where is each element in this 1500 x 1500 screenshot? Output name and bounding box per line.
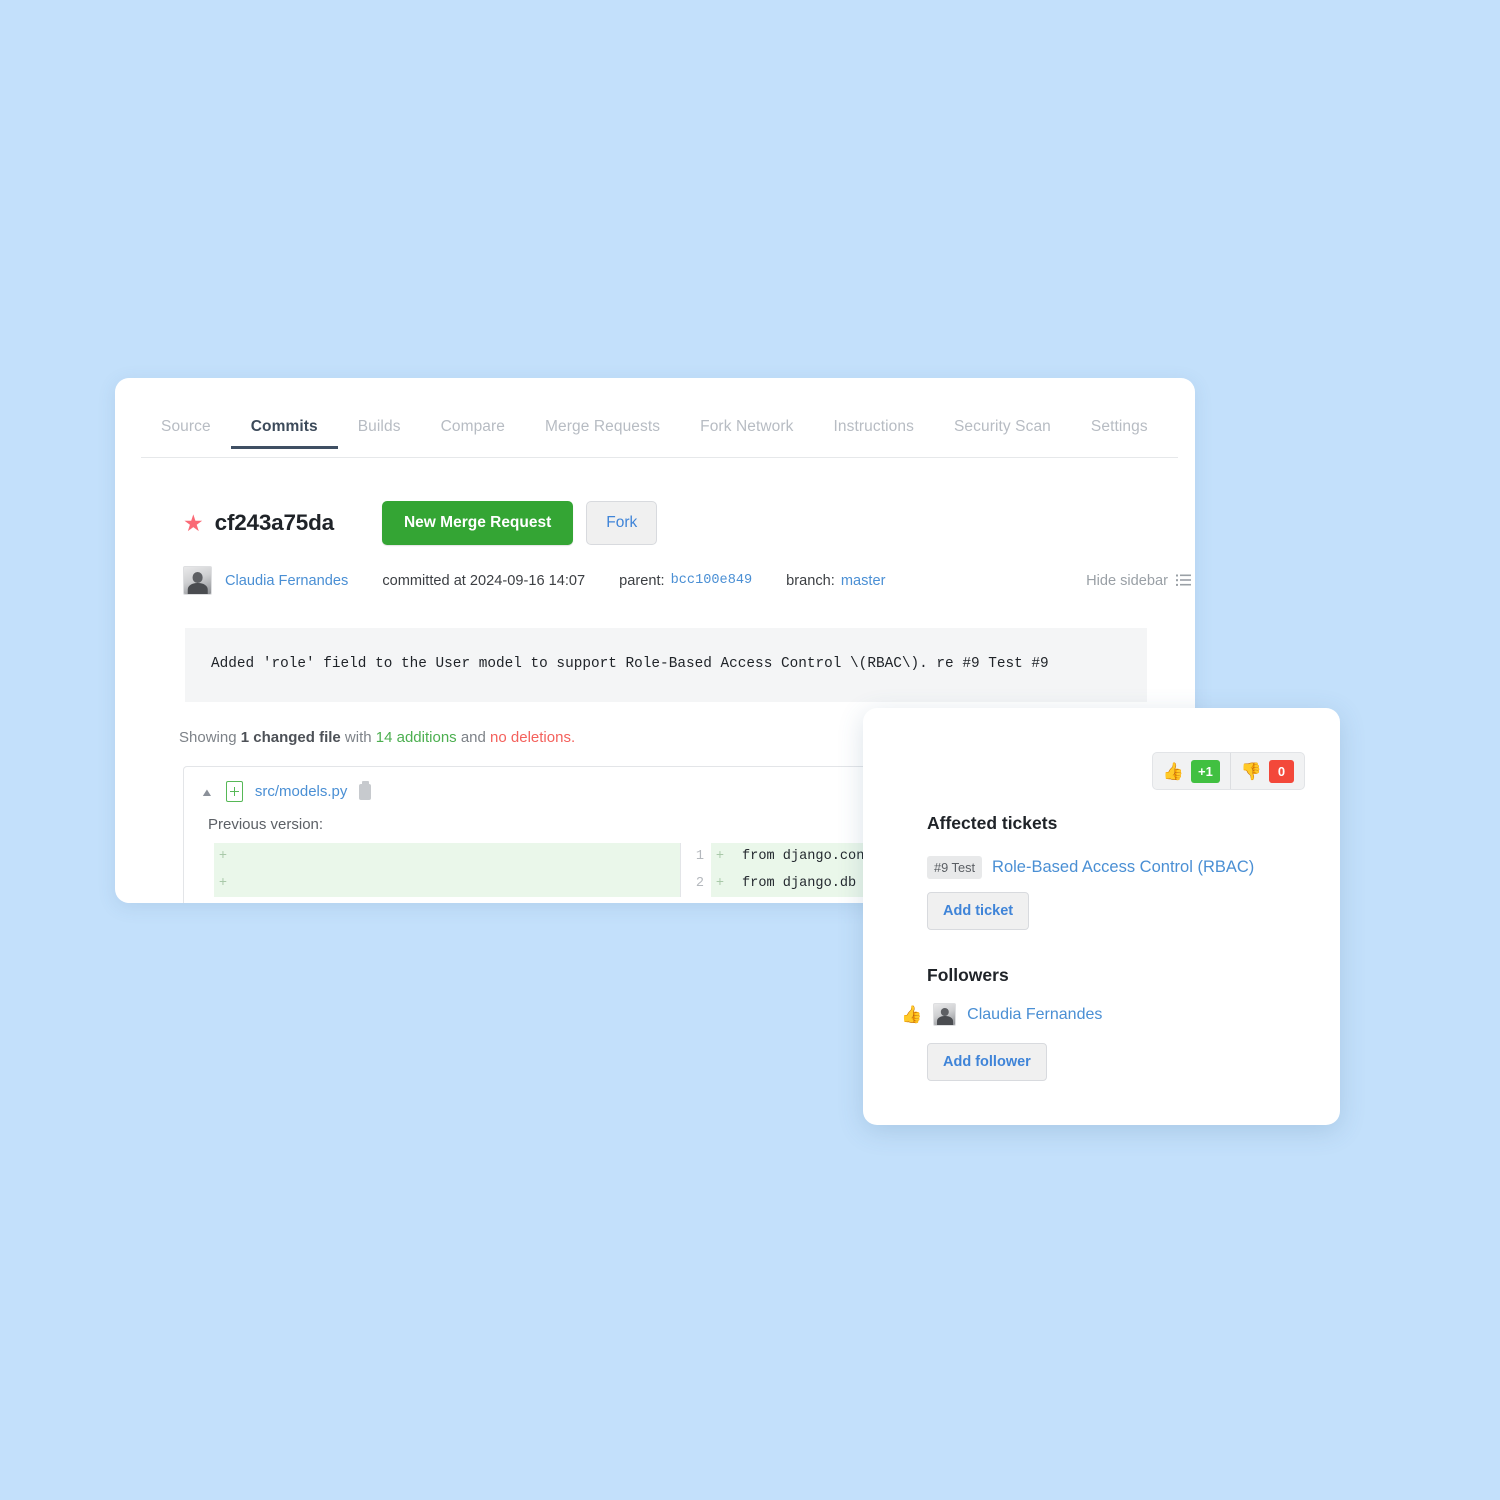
- commit-header: ★ cf243a75da New Merge Request Fork: [183, 501, 658, 545]
- new-line-sign: +: [711, 843, 729, 871]
- commit-sha: cf243a75da: [214, 510, 335, 535]
- old-line-sign: +: [214, 843, 232, 871]
- thumbs-down-icon[interactable]: 👎: [1241, 763, 1262, 780]
- tab-settings[interactable]: Settings: [1071, 418, 1168, 449]
- diff-summary: Showing 1 changed file with 14 additions…: [179, 729, 575, 746]
- new-line-number: 1: [681, 843, 711, 871]
- tab-merge-requests[interactable]: Merge Requests: [525, 418, 680, 449]
- tab-instructions[interactable]: Instructions: [814, 418, 934, 449]
- hide-sidebar-button[interactable]: Hide sidebar: [1086, 573, 1193, 589]
- diff-summary-middle: with: [340, 729, 376, 746]
- tab-fork-network[interactable]: Fork Network: [680, 418, 813, 449]
- branch-link[interactable]: master: [841, 573, 886, 589]
- old-line-text: [232, 843, 680, 871]
- diff-summary-deletions: no deletions: [490, 729, 571, 746]
- vote-widget: 👍 +1 👎 0: [1151, 752, 1305, 790]
- commit-meta-row: Claudia Fernandes committed at 2024-09-1…: [183, 566, 1193, 595]
- file-name-link[interactable]: src/models.py: [255, 783, 348, 800]
- thumbs-up-icon: 👍: [901, 1005, 923, 1024]
- diff-summary-additions: 14 additions: [375, 729, 457, 746]
- old-line-sign: +: [214, 870, 232, 898]
- ticket-title-link[interactable]: Role-Based Access Control (RBAC): [992, 858, 1254, 877]
- tab-source[interactable]: Source: [141, 418, 231, 449]
- old-line-number: [184, 870, 214, 898]
- affected-tickets-heading: Affected tickets: [927, 813, 1058, 833]
- file-added-icon: [225, 781, 243, 802]
- ticket-list-item: #9 Test Role-Based Access Control (RBAC): [927, 856, 1254, 879]
- ticket-id-badge: #9 Test: [927, 856, 983, 879]
- author-avatar: [183, 566, 212, 595]
- add-follower-button[interactable]: Add follower: [927, 1043, 1047, 1081]
- diff-summary-suffix: .: [570, 729, 576, 746]
- diff-summary-conjunction: and: [456, 729, 491, 746]
- diff-summary-prefix: Showing: [179, 729, 241, 746]
- tab-compare[interactable]: Compare: [421, 418, 525, 449]
- follower-name-link[interactable]: Claudia Fernandes: [967, 1006, 1102, 1024]
- hide-sidebar-label: Hide sidebar: [1086, 572, 1168, 589]
- parent-label: parent:: [619, 572, 665, 589]
- screen-root: Source Commits Builds Compare Merge Requ…: [0, 0, 1500, 1500]
- branch-label: branch:: [786, 572, 835, 589]
- followers-heading: Followers: [927, 965, 1009, 985]
- diff-summary-files: 1 changed file: [240, 729, 341, 746]
- new-line-sign: +: [711, 870, 729, 898]
- star-icon[interactable]: ★: [183, 511, 204, 535]
- follower-list-item: 👍 Claudia Fernandes: [901, 1003, 1102, 1026]
- tab-security-scan[interactable]: Security Scan: [934, 418, 1071, 449]
- new-line-number: 2: [681, 870, 711, 898]
- downvote-count-badge[interactable]: 0: [1269, 759, 1294, 783]
- committed-at-label: committed at 2024-09-16 14:07: [382, 572, 586, 589]
- old-line-number: [184, 843, 214, 871]
- new-merge-request-button[interactable]: New Merge Request: [381, 501, 574, 545]
- fork-button[interactable]: Fork: [586, 501, 658, 545]
- chevron-up-icon[interactable]: ▲: [200, 785, 214, 798]
- commit-sidebar-panel: 👍 +1 👎 0 Affected tickets #9 Test Role-B…: [863, 708, 1340, 1125]
- author-link[interactable]: Claudia Fernandes: [225, 573, 348, 589]
- old-line-text: [232, 870, 680, 898]
- list-icon: [1176, 574, 1191, 586]
- commit-message: Added 'role' field to the User model to …: [185, 628, 1147, 702]
- upvote-group[interactable]: 👍 +1: [1153, 753, 1230, 789]
- add-ticket-button[interactable]: Add ticket: [927, 892, 1030, 930]
- parent-sha-link[interactable]: bcc100e849: [671, 573, 753, 588]
- downvote-group[interactable]: 👎 0: [1229, 753, 1304, 789]
- tab-commits[interactable]: Commits: [230, 418, 338, 449]
- follower-avatar: [933, 1003, 957, 1026]
- upvote-count-badge[interactable]: +1: [1191, 759, 1220, 783]
- repo-tab-bar: Source Commits Builds Compare Merge Requ…: [141, 418, 1178, 458]
- clipboard-icon[interactable]: [359, 780, 372, 800]
- thumbs-up-icon[interactable]: 👍: [1163, 763, 1184, 780]
- tab-builds[interactable]: Builds: [338, 418, 421, 449]
